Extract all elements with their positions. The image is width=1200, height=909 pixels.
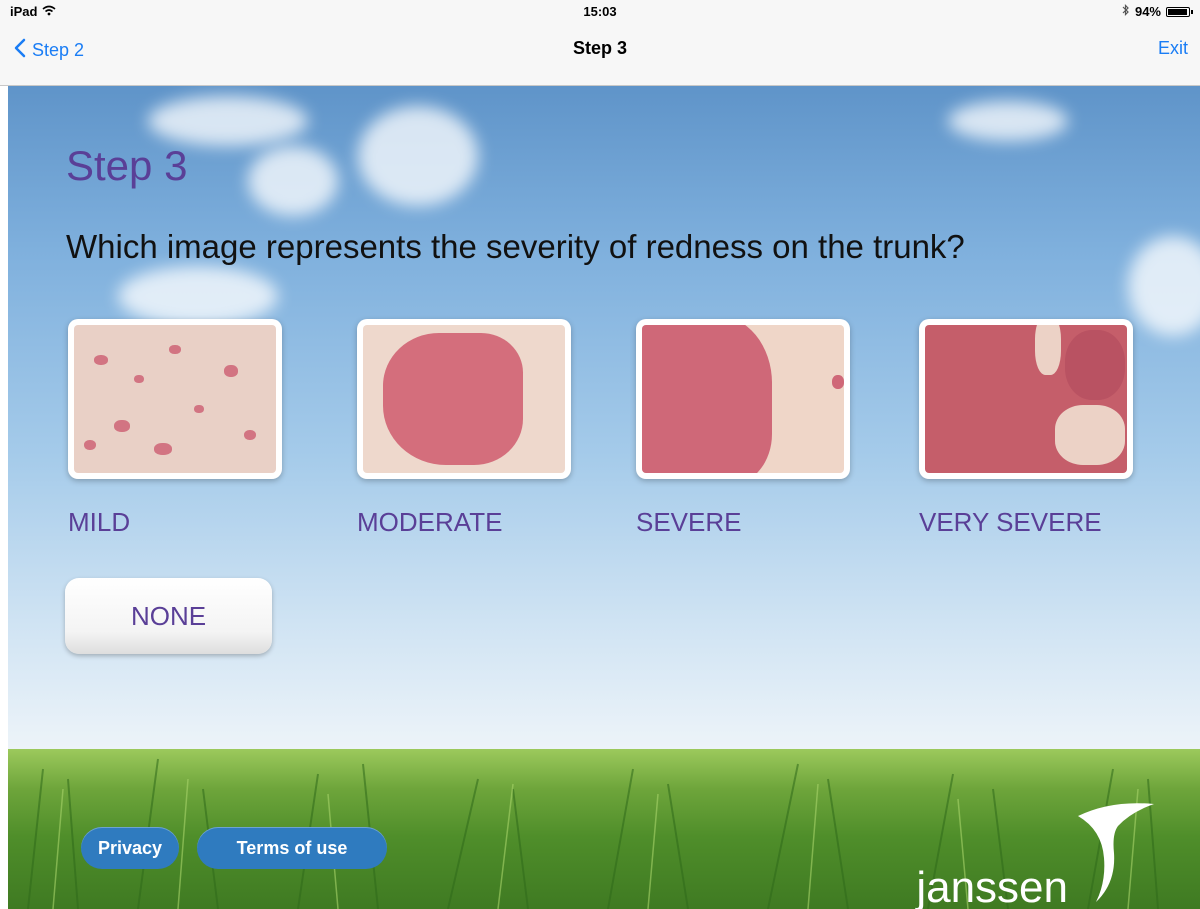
option-moderate-image[interactable] bbox=[357, 319, 571, 479]
option-mild: MILD bbox=[68, 319, 282, 538]
none-button[interactable]: NONE bbox=[65, 578, 272, 654]
privacy-button[interactable]: Privacy bbox=[81, 827, 179, 869]
status-right: 94% bbox=[1122, 4, 1193, 19]
cloud-decoration bbox=[948, 101, 1068, 141]
cloud-decoration bbox=[358, 106, 478, 206]
battery-fill bbox=[1168, 8, 1187, 15]
janssen-logo: janssen bbox=[916, 798, 1156, 909]
cloud-decoration bbox=[118, 266, 278, 326]
option-mild-image[interactable] bbox=[68, 319, 282, 479]
battery-percent: 94% bbox=[1134, 4, 1161, 19]
cloud-decoration bbox=[1128, 236, 1200, 336]
main-content: Step 3 Which image represents the severi… bbox=[8, 86, 1200, 909]
skin-mild-image bbox=[74, 325, 276, 473]
cloud-decoration bbox=[248, 146, 338, 216]
status-time: 15:03 bbox=[583, 4, 617, 19]
option-severe: SEVERE bbox=[636, 319, 850, 538]
step-heading: Step 3 bbox=[66, 142, 188, 189]
option-very-severe-image[interactable] bbox=[919, 319, 1133, 479]
janssen-logo-icon bbox=[1076, 798, 1156, 909]
exit-button[interactable]: Exit bbox=[1158, 38, 1188, 59]
option-severe-label[interactable]: SEVERE bbox=[636, 507, 850, 538]
skin-moderate-image bbox=[363, 325, 565, 473]
battery-icon bbox=[1166, 6, 1193, 17]
status-bar: iPad 15:03 94% bbox=[0, 0, 1200, 22]
back-button-label: Step 2 bbox=[32, 40, 85, 60]
option-mild-label[interactable]: MILD bbox=[68, 507, 282, 538]
option-very-severe: VERY SEVERE bbox=[919, 319, 1133, 538]
bluetooth-icon bbox=[1122, 4, 1130, 19]
option-moderate-label[interactable]: MODERATE bbox=[357, 507, 571, 538]
cloud-decoration bbox=[148, 96, 308, 146]
option-very-severe-label[interactable]: VERY SEVERE bbox=[919, 507, 1133, 538]
logo-text: janssen bbox=[916, 863, 1068, 909]
option-moderate: MODERATE bbox=[357, 319, 571, 538]
navigation-bar: Step 2 Step 3 Exit bbox=[0, 22, 1200, 86]
option-severe-image[interactable] bbox=[636, 319, 850, 479]
skin-very-severe-image bbox=[925, 325, 1127, 473]
terms-of-use-button[interactable]: Terms of use bbox=[197, 827, 387, 869]
question-text: Which image represents the severity of r… bbox=[66, 228, 965, 265]
battery-tip bbox=[1191, 9, 1193, 14]
nav-title: Step 3 bbox=[572, 38, 628, 58]
skin-severe-image bbox=[642, 325, 844, 473]
back-button[interactable]: Step 2 bbox=[14, 38, 84, 63]
chevron-left-icon bbox=[14, 38, 26, 63]
